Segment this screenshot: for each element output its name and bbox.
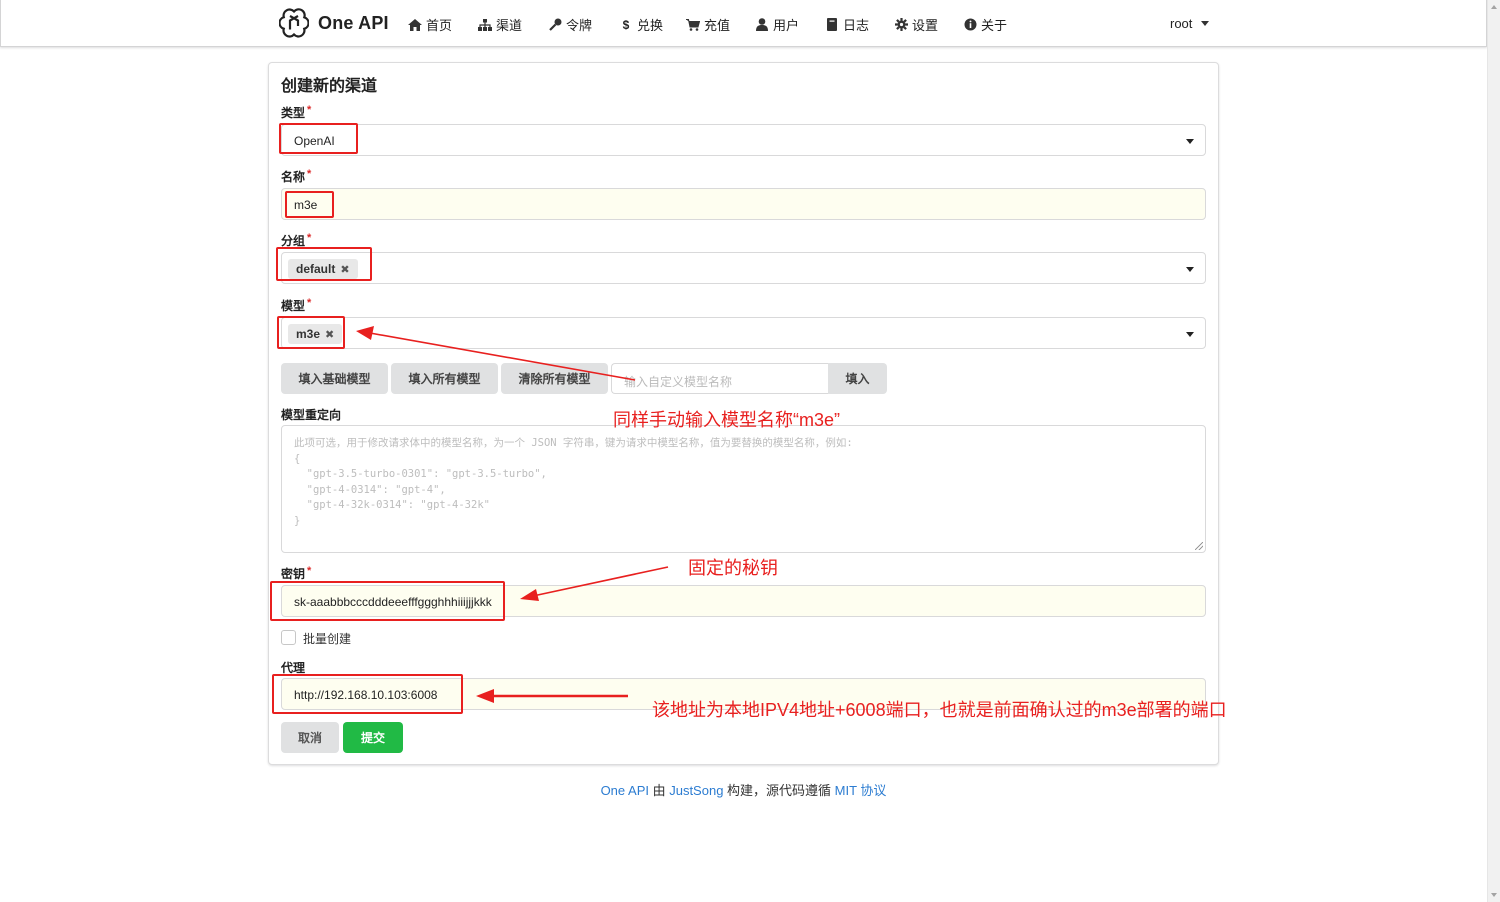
annotation-model-note: 同样手动输入模型名称“m3e”	[613, 410, 841, 430]
scroll-up-icon[interactable]	[1491, 5, 1497, 9]
annotation-proxy-note: 该地址为本地IPV4地址+6008端口，也就是前面确认过的m3e部署的端口	[652, 700, 1227, 720]
annotation-key-note: 固定的秘钥	[688, 558, 778, 578]
annotation-arrows	[356, 326, 669, 703]
vertical-scrollbar[interactable]	[1487, 0, 1500, 902]
scroll-down-icon[interactable]	[1491, 893, 1497, 897]
